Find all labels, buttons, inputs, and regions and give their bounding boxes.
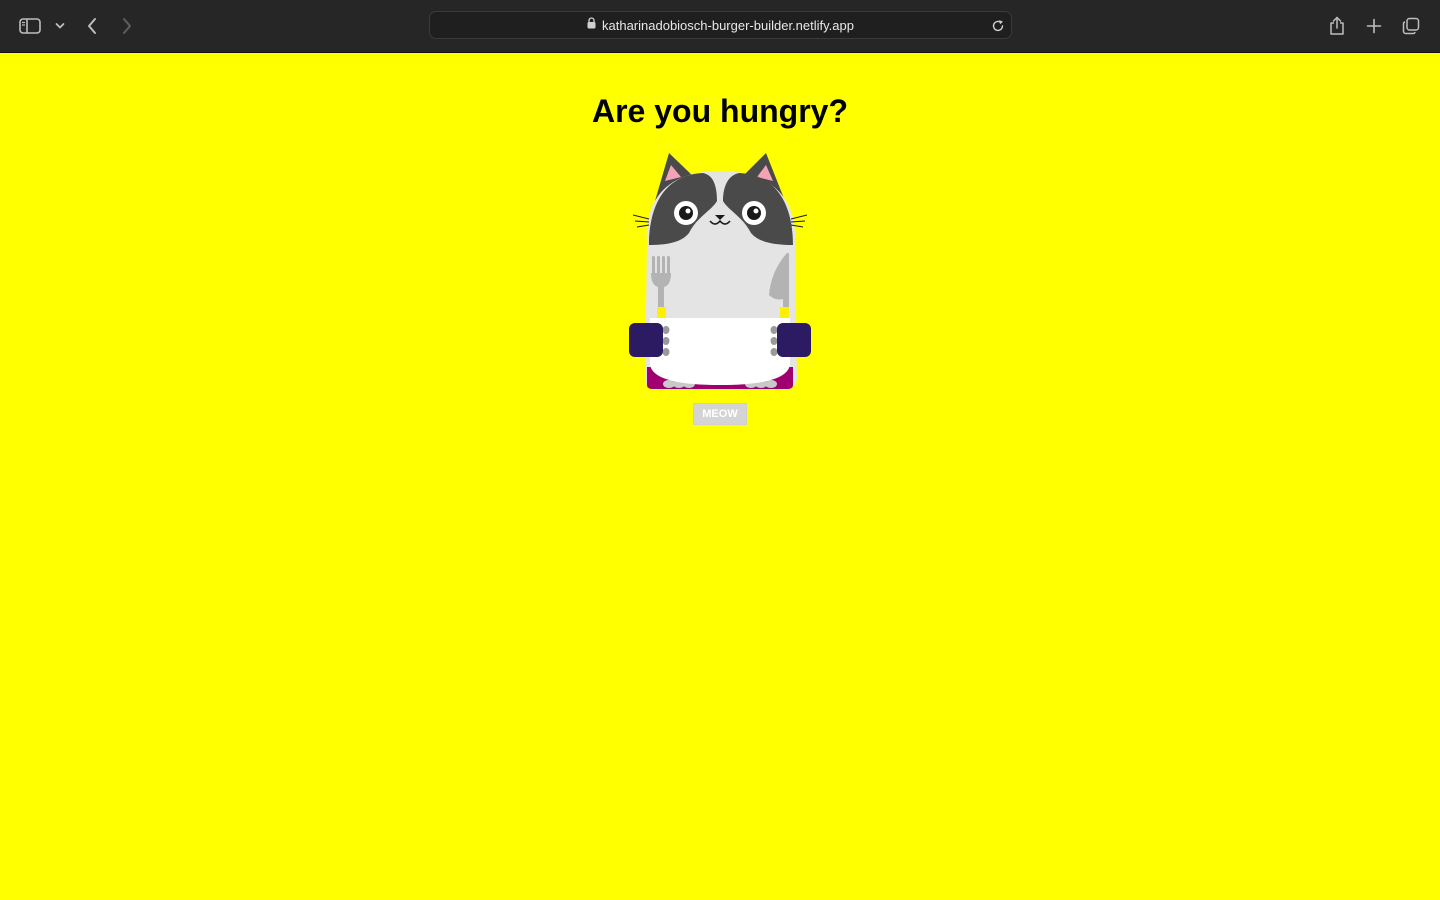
back-arrow-icon[interactable] (79, 13, 105, 39)
plus-icon[interactable] (1361, 13, 1387, 39)
page-title: Are you hungry? (591, 93, 848, 129)
reload-icon[interactable] (990, 18, 1006, 34)
share-icon[interactable] (1324, 13, 1350, 39)
sidebar-icon[interactable] (17, 13, 43, 39)
address-bar[interactable]: katharinadobiosch-burger-builder.netlify… (429, 11, 1012, 39)
meow-button[interactable]: MEOW (693, 403, 747, 425)
chevron-down-icon[interactable] (47, 13, 73, 39)
tabs-overview-icon[interactable] (1398, 13, 1424, 39)
forward-arrow-icon[interactable] (114, 13, 140, 39)
page-content: Are you hungry? MEOW (0, 53, 1440, 900)
lock-icon (587, 16, 596, 34)
browser-toolbar: katharinadobiosch-burger-builder.netlify… (0, 0, 1440, 53)
url-text[interactable]: katharinadobiosch-burger-builder.netlify… (602, 18, 854, 33)
hungry-cat-illustration (629, 153, 811, 389)
